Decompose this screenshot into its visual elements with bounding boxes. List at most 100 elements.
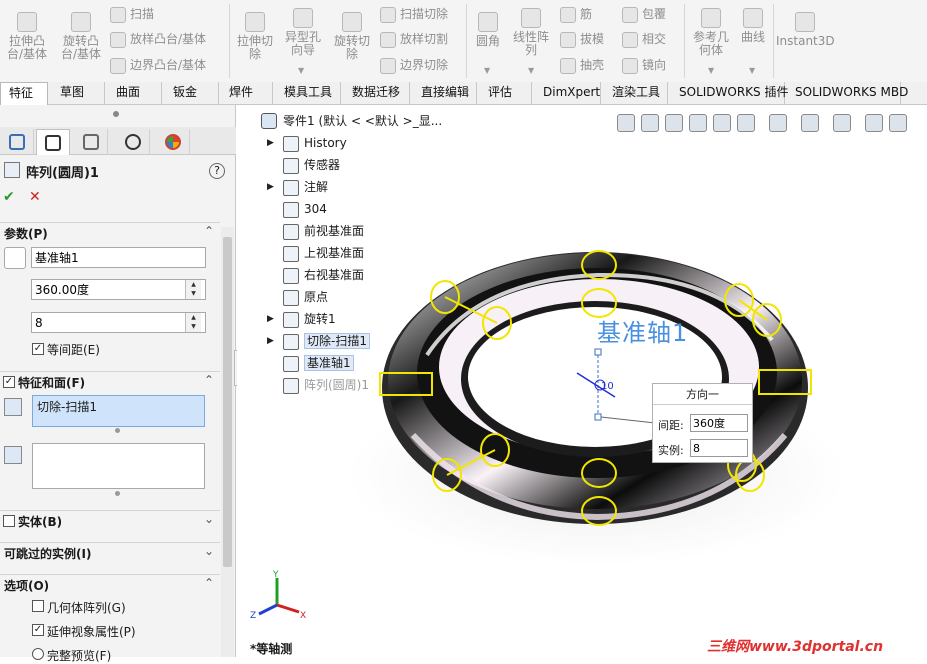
angle-spinner[interactable]: ▲ ▼ xyxy=(185,280,201,299)
sweep-cut-button[interactable]: 扫描切除 xyxy=(380,6,448,23)
features-checkbox[interactable]: ✓ xyxy=(3,376,15,388)
tab-sw-addins[interactable]: SOLIDWORKS 插件 xyxy=(671,82,788,104)
tab-data-migration[interactable]: 数据迁移 xyxy=(344,82,410,104)
graphics-viewport[interactable]: 零件1 (默认 < <默认 >_显... ▶ History 传感器 ▶ 注解 304 前视… xyxy=(237,105,927,657)
tree-item-top-plane[interactable]: 上视基准面 xyxy=(283,243,364,263)
features-list[interactable]: 切除-扫描1 xyxy=(32,395,205,427)
rotate-direction-icon[interactable] xyxy=(4,247,26,269)
fillet-button[interactable]: 圆角 xyxy=(470,12,506,48)
tree-item-material[interactable]: 304 xyxy=(283,199,327,219)
tab-mold-tools[interactable]: 模具工具 xyxy=(276,82,341,104)
list-item[interactable]: 切除-扫描1 xyxy=(33,396,204,417)
hide-show-icon[interactable] xyxy=(801,114,819,132)
count-field[interactable] xyxy=(31,312,206,333)
fillet-dropdown[interactable]: ▼ xyxy=(484,66,490,75)
instances-field[interactable] xyxy=(690,439,748,457)
faces-list[interactable] xyxy=(32,443,205,489)
tree-item-axis1[interactable]: 基准轴1 xyxy=(283,353,354,373)
previous-view-icon[interactable] xyxy=(665,114,683,132)
expand-arrow-icon[interactable]: ▶ xyxy=(267,133,274,153)
resize-grip[interactable] xyxy=(115,428,120,433)
ref-geometry-dropdown[interactable]: ▼ xyxy=(708,66,714,75)
curves-button[interactable]: 曲线 xyxy=(736,8,770,44)
rib-button[interactable]: 筋 xyxy=(560,6,592,23)
tree-item-front-plane[interactable]: 前视基准面 xyxy=(283,221,364,241)
loft-cut-button[interactable]: 放样切割 xyxy=(380,31,448,48)
full-preview-radio[interactable] xyxy=(32,648,44,660)
tab-property-manager[interactable] xyxy=(36,129,70,155)
tab-direct-editing[interactable]: 直接编辑 xyxy=(413,82,477,104)
zoom-area-icon[interactable] xyxy=(641,114,659,132)
resize-grip[interactable] xyxy=(115,491,120,496)
tab-display-manager[interactable] xyxy=(156,129,190,155)
tree-item-revolve1[interactable]: ▶ 旋转1 xyxy=(267,309,336,329)
hole-wizard-button[interactable]: 异型孔 向导 xyxy=(281,8,325,57)
shell-button[interactable]: 抽壳 xyxy=(560,57,604,74)
axis-field[interactable] xyxy=(31,247,206,268)
wrap-button[interactable]: 包覆 xyxy=(622,6,666,23)
tree-item-circular-pattern1[interactable]: 阵列(圆周)1 xyxy=(283,375,369,395)
pattern-dropdown[interactable]: ▼ xyxy=(528,66,534,75)
view-orientation-icon[interactable] xyxy=(737,114,755,132)
tab-features[interactable]: 特征 xyxy=(0,82,48,105)
expand-arrow-icon[interactable]: ▶ xyxy=(267,177,274,197)
bodies-checkbox[interactable] xyxy=(3,515,15,527)
tree-item-origin[interactable]: 原点 xyxy=(283,287,328,307)
tree-item-history[interactable]: ▶ History xyxy=(267,133,347,153)
tab-sheet-metal[interactable]: 钣金 xyxy=(165,82,219,104)
dynamic-annotation-icon[interactable] xyxy=(713,114,731,132)
tab-configuration-manager[interactable] xyxy=(74,129,108,155)
geometry-pattern-checkbox[interactable] xyxy=(32,600,44,612)
boundary-cut-button[interactable]: 边界切除 xyxy=(380,57,448,74)
sweep-button[interactable]: 扫描 xyxy=(110,6,154,23)
help-icon[interactable]: ? xyxy=(209,163,225,179)
count-spinner[interactable]: ▲ ▼ xyxy=(185,313,201,332)
tab-evaluate[interactable]: 评估 xyxy=(480,82,532,104)
instant3d-button[interactable]: Instant3D xyxy=(776,12,835,48)
view-settings-icon[interactable] xyxy=(889,114,907,132)
hole-wizard-dropdown[interactable]: ▼ xyxy=(298,66,304,75)
curves-dropdown[interactable]: ▼ xyxy=(749,66,755,75)
reference-geometry-button[interactable]: 参考几 何体 xyxy=(688,8,734,57)
expand-arrow-icon[interactable]: ▶ xyxy=(267,309,274,329)
tree-item-right-plane[interactable]: 右视基准面 xyxy=(283,265,364,285)
options-section-header[interactable]: 选项(O) ⌃ xyxy=(0,574,220,594)
revolve-cut-button[interactable]: 旋转切除 xyxy=(330,12,374,61)
equal-spacing-checkbox[interactable]: ✓ xyxy=(32,343,44,355)
tree-item-sensors[interactable]: 传感器 xyxy=(283,155,340,175)
skip-section-header[interactable]: 可跳过的实例(I) ⌄ xyxy=(0,542,220,562)
extrude-cut-button[interactable]: 拉伸切除 xyxy=(233,12,277,61)
tab-dimxpert-manager[interactable] xyxy=(116,129,150,155)
tab-render-tools[interactable]: 渲染工具 xyxy=(604,82,668,104)
tab-surfaces[interactable]: 曲面 xyxy=(108,82,162,104)
scrollbar-thumb[interactable] xyxy=(223,237,232,567)
apply-scene-icon[interactable] xyxy=(865,114,883,132)
revolve-boss-button[interactable]: 旋转凸 台/基体 xyxy=(56,12,106,61)
tab-sw-mbd[interactable]: SOLIDWORKS MBD xyxy=(787,82,908,104)
zoom-to-fit-icon[interactable] xyxy=(617,114,635,132)
tab-dimxpert[interactable]: DimXpert xyxy=(535,82,601,104)
panel-scrollbar[interactable] xyxy=(221,227,234,657)
angle-field[interactable] xyxy=(31,279,206,300)
tree-item-annotations[interactable]: ▶ 注解 xyxy=(267,177,328,197)
edit-appearance-icon[interactable] xyxy=(833,114,851,132)
bodies-section-header[interactable]: 实体(B) ⌄ xyxy=(0,510,220,530)
intersect-button[interactable]: 相交 xyxy=(622,31,666,48)
tab-weldments[interactable]: 焊件 xyxy=(221,82,273,104)
boundary-button[interactable]: 边界凸台/基体 xyxy=(110,57,206,74)
draft-button[interactable]: 拔模 xyxy=(560,31,604,48)
tab-sketch[interactable]: 草图 xyxy=(52,82,105,104)
tree-root[interactable]: 零件1 (默认 < <默认 >_显... xyxy=(283,111,442,131)
ok-button[interactable]: ✔ xyxy=(3,189,15,205)
loft-button[interactable]: 放样凸台/基体 xyxy=(110,31,206,48)
tab-feature-manager[interactable] xyxy=(0,129,34,155)
section-view-icon[interactable] xyxy=(689,114,707,132)
mirror-button[interactable]: 镜向 xyxy=(622,57,666,74)
spacing-field[interactable] xyxy=(690,414,748,432)
tree-item-sweep-cut1[interactable]: ▶ 切除-扫描1 xyxy=(267,331,370,351)
display-style-icon[interactable] xyxy=(769,114,787,132)
panel-grip[interactable] xyxy=(113,111,119,117)
expand-arrow-icon[interactable]: ▶ xyxy=(267,331,274,351)
propagate-visual-checkbox[interactable]: ✓ xyxy=(32,624,44,636)
cancel-button[interactable]: ✕ xyxy=(29,189,41,205)
